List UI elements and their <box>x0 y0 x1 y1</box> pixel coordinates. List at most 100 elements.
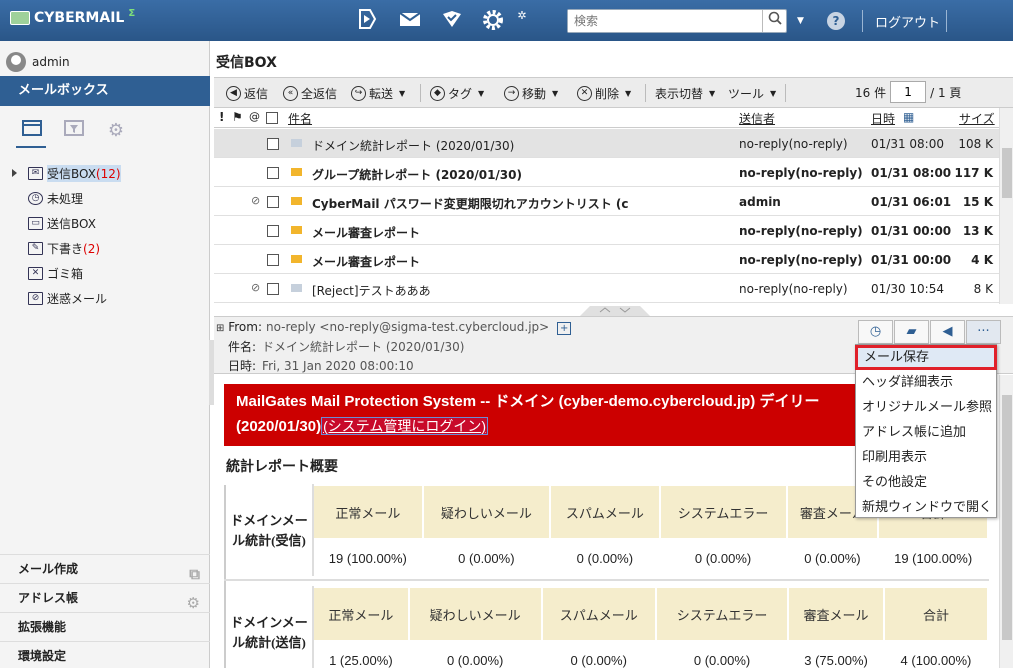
row-checkbox[interactable] <box>267 167 279 179</box>
menu-add-to-address-book[interactable]: アドレス帳に追加 <box>856 420 996 445</box>
tag-button[interactable]: ◆ タグ ▼ <box>430 85 484 102</box>
delete-button[interactable]: ✕ 削除 ▼ <box>577 85 631 102</box>
folder-label: 送信BOX <box>47 217 96 231</box>
forward-button[interactable]: ↪ 転送 ▼ <box>351 85 405 102</box>
followup-column-icon[interactable]: ⚑ <box>232 110 243 124</box>
dropdown-arrow-icon: ▼ <box>709 89 716 98</box>
dropdown-arrow-icon: ▼ <box>552 89 559 98</box>
table-row[interactable]: ドメイン統計レポート (2020/01/30) no-reply(no-reply… <box>214 129 999 158</box>
row-checkbox[interactable] <box>267 196 279 208</box>
calendar-icon[interactable]: ▦ <box>903 110 914 124</box>
trash-icon: ✕ <box>28 267 43 280</box>
move-button[interactable]: → 移動 ▼ <box>504 85 558 102</box>
reply-button[interactable]: ◀ 返信 <box>226 85 268 102</box>
mail-icon[interactable] <box>398 8 422 32</box>
attachment-icon: ⊘ <box>251 281 261 294</box>
divider <box>946 10 947 32</box>
body-scrollbar[interactable] <box>999 375 1013 668</box>
table-row[interactable]: メール審査レポート no-reply(no-reply) 01/31 00:00 4 … <box>214 245 999 274</box>
scroll-thumb[interactable] <box>1002 395 1012 640</box>
column-size[interactable]: サイズ <box>959 110 995 127</box>
search-dropdown-icon[interactable]: ▼ <box>797 16 804 26</box>
search-input[interactable] <box>568 10 758 32</box>
clock-button-icon[interactable]: ◷ <box>858 320 893 344</box>
folder-inbox[interactable]: ✉ 受信BOX(12) <box>12 161 207 186</box>
menu-other-settings[interactable]: その他設定 <box>856 470 996 495</box>
filter-tab-icon[interactable] <box>62 119 86 143</box>
more-button-icon[interactable]: ··· <box>966 320 1001 344</box>
admin-login-link[interactable]: (システム管理にログイン) <box>321 417 488 435</box>
table-row[interactable]: ⊘ CyberMail パスワード変更期限切れアカウントリスト (c admin 01… <box>214 187 999 216</box>
user-info[interactable]: admin <box>6 52 70 72</box>
table-row[interactable]: グループ統計レポート (2020/01/30) no-reply(no-reply… <box>214 158 999 187</box>
logout-link[interactable]: ログアウト <box>875 12 940 31</box>
folder-drafts[interactable]: ✎ 下書き(2) <box>12 236 207 261</box>
expand-header-icon[interactable]: ⊞ <box>216 323 224 334</box>
extensions-link[interactable]: 拡張機能 <box>0 612 210 641</box>
column-subject[interactable]: 件名 <box>288 110 312 127</box>
table-row[interactable]: ⊘ [Reject]テストあああ no-reply(no-reply) 01/30 1… <box>214 274 999 303</box>
reply-all-icon: « <box>283 86 298 101</box>
row-checkbox[interactable] <box>267 283 279 295</box>
row-subject: ドメイン統計レポート (2020/01/30) <box>312 139 515 153</box>
view-switch-button[interactable]: 表示切替 ▼ <box>655 85 715 102</box>
folder-label: 迷惑メール <box>47 292 108 306</box>
row-size: 4 K <box>971 253 993 267</box>
row-checkbox[interactable] <box>267 254 279 266</box>
draft-icon: ✎ <box>28 242 43 255</box>
address-book-icon[interactable] <box>356 8 380 32</box>
folder-spam[interactable]: ⊘ 迷惑メール <box>12 286 207 311</box>
folder-trash[interactable]: ✕ ゴミ箱 <box>12 261 207 286</box>
page-input[interactable] <box>890 81 927 103</box>
menu-open-new-window[interactable]: 新規ウィンドウで開く <box>856 495 996 520</box>
scroll-thumb[interactable] <box>1002 148 1012 198</box>
row-sender: no-reply(no-reply) <box>739 253 863 267</box>
menu-save-mail[interactable]: メール保存 <box>855 345 997 370</box>
preferences-link[interactable]: 環境設定 <box>0 641 210 670</box>
folder-tab-mailbox-icon[interactable] <box>20 119 44 143</box>
menu-view-original[interactable]: オリジナルメール参照 <box>856 395 996 420</box>
logo-mark: Σ <box>128 7 136 19</box>
pane-splitter-handle[interactable] <box>580 304 650 316</box>
row-checkbox[interactable] <box>267 225 279 237</box>
summary-title: 統計レポート概要 <box>226 459 338 475</box>
menu-header-details[interactable]: ヘッダ詳細表示 <box>856 370 996 395</box>
column-date[interactable]: 日時 <box>871 110 895 127</box>
small-gear-icon[interactable]: ✲ <box>510 4 534 28</box>
select-all-checkbox[interactable] <box>266 112 278 124</box>
row-checkbox[interactable] <box>267 138 279 150</box>
help-icon[interactable]: ? <box>827 12 845 30</box>
app-logo[interactable]: CYBERMAIL Σ <box>10 7 136 26</box>
table-cell: 0 (0.00%) <box>540 640 657 668</box>
folder-unprocessed[interactable]: ◷ 未処理 <box>12 186 207 211</box>
comment-button-icon[interactable]: ▰ <box>894 320 929 344</box>
settings-tab-icon[interactable]: ⚙ <box>104 119 128 143</box>
table-cell: 0 (0.00%) <box>407 640 543 668</box>
stats-table-outbound: ドメインメール統計(送信) 正常メール 疑わしいメール スパムメール システムエラー 審査… <box>224 586 990 668</box>
list-scrollbar[interactable] <box>999 108 1013 304</box>
column-sender[interactable]: 送信者 <box>739 110 775 127</box>
compose-mail-link[interactable]: メール作成 ⧉ <box>0 554 210 583</box>
expand-arrow-icon[interactable] <box>12 169 17 177</box>
menu-print-view[interactable]: 印刷用表示 <box>856 445 996 470</box>
table-row[interactable]: メール審査レポート no-reply(no-reply) 01/31 00:00 13… <box>214 216 999 245</box>
tag-button-icon[interactable]: ◀ <box>930 320 965 344</box>
tools-button[interactable]: ツール ▼ <box>728 85 776 102</box>
row-date: 01/31 08:00 <box>871 137 944 151</box>
folder-outbox[interactable]: ▭ 送信BOX <box>12 211 207 236</box>
reply-icon: ◀ <box>226 86 241 101</box>
reply-all-button[interactable]: «全返信 <box>283 85 337 102</box>
attachment-column-icon[interactable]: @ <box>249 110 260 123</box>
table-cell: 19 (100.00%) <box>877 538 989 578</box>
calendar-check-icon[interactable] <box>440 8 464 32</box>
subject-label: 件名: <box>228 340 257 354</box>
flag-column-icon[interactable]: ! <box>219 110 224 124</box>
date-value: Fri, 31 Jan 2020 08:00:10 <box>262 359 414 373</box>
search-icon[interactable] <box>762 10 786 32</box>
add-contact-icon[interactable]: + <box>557 322 572 335</box>
view-switch-label: 表示切替 <box>655 87 704 101</box>
compose-label: メール作成 <box>18 562 79 576</box>
settings-gear-icon[interactable] <box>481 8 505 32</box>
row-date: 01/31 00:00 <box>871 224 952 238</box>
address-book-link[interactable]: アドレス帳 ⚙ <box>0 583 210 612</box>
